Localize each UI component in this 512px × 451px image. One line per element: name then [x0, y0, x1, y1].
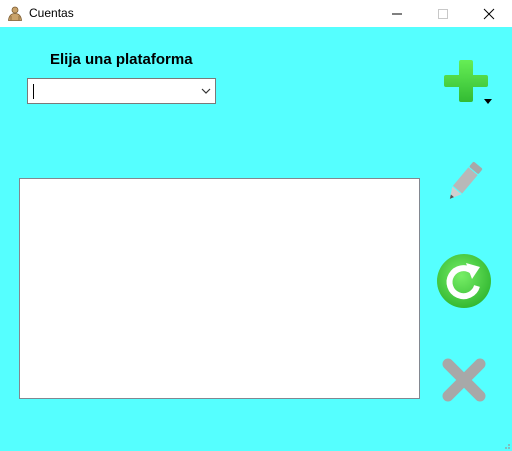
minimize-button[interactable]	[374, 0, 420, 27]
minimize-icon	[392, 13, 402, 15]
title-bar[interactable]: Cuentas	[0, 0, 512, 27]
resize-grip-icon[interactable]	[501, 440, 511, 450]
add-button[interactable]	[441, 59, 497, 111]
refresh-button[interactable]	[436, 253, 492, 309]
close-icon	[483, 8, 495, 20]
dropdown-arrow-icon[interactable]	[483, 97, 493, 105]
edit-button[interactable]	[442, 158, 486, 206]
platform-prompt-label: Elija una plataforma	[50, 51, 193, 68]
x-icon	[442, 358, 486, 402]
platform-combobox[interactable]	[27, 78, 216, 104]
text-caret	[33, 84, 34, 99]
client-area: Elija una plataforma	[0, 27, 512, 451]
app-window: Cuentas Elija una plataforma	[0, 0, 512, 451]
refresh-icon	[437, 254, 491, 308]
close-button[interactable]	[466, 0, 512, 27]
window-title: Cuentas	[29, 6, 74, 20]
pencil-icon	[449, 161, 483, 199]
maximize-button[interactable]	[420, 0, 466, 27]
maximize-icon	[438, 9, 448, 19]
chevron-down-icon[interactable]	[200, 87, 212, 95]
person-icon	[7, 6, 23, 21]
delete-button[interactable]	[440, 357, 488, 403]
accounts-listbox[interactable]	[19, 178, 420, 399]
